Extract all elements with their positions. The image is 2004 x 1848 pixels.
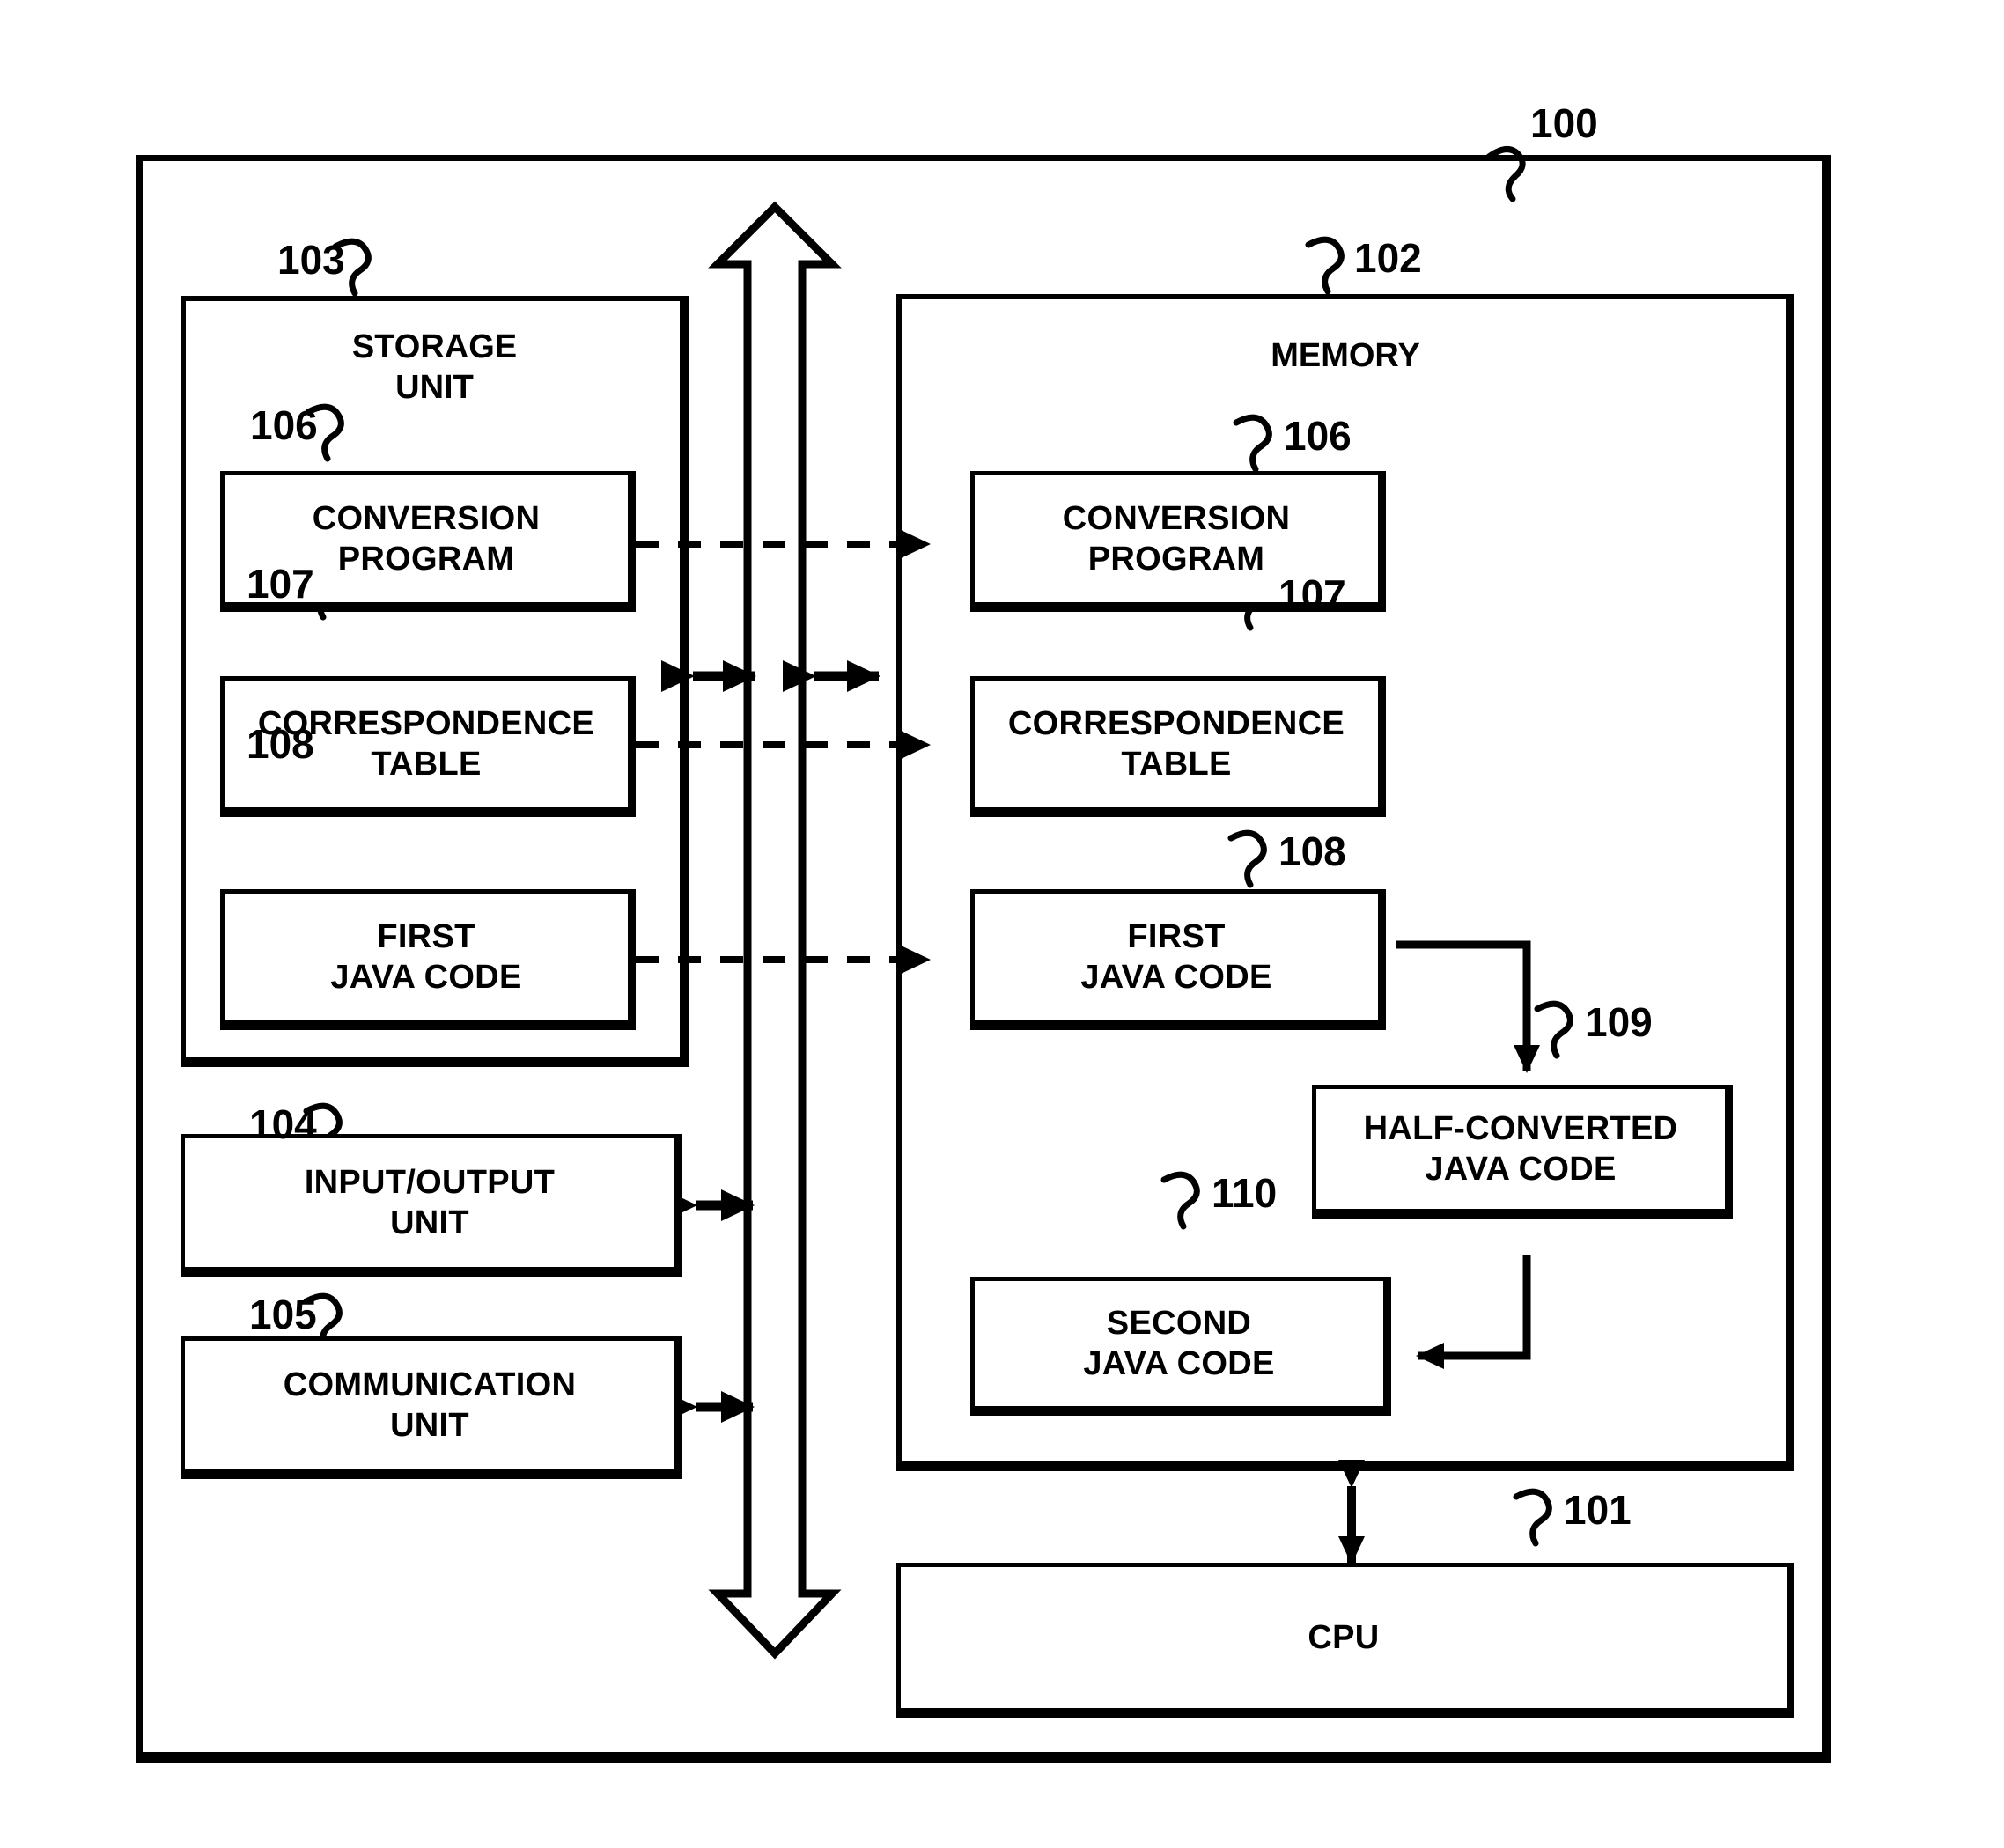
ref-104: 104 [249, 1101, 317, 1147]
memory-title: MEMORY [1271, 337, 1420, 374]
ref-110: 110 [1212, 1170, 1278, 1216]
input-output-unit-label: INPUT/OUTPUT UNIT [304, 1163, 556, 1241]
patent-figure: 100 STORAGE UNIT 103 CONVERSION PROGRAM … [0, 0, 2004, 1848]
memory-correspondence-table-label: CORRESPONDENCE TABLE [1007, 704, 1345, 783]
memory-half-converted-java-code-box: HALF-CONVERTED JAVA CODE [1312, 1085, 1733, 1219]
communication-unit-label: COMMUNICATION UNIT [283, 1366, 577, 1444]
storage-first-java-code-box: FIRST JAVA CODE [220, 889, 636, 1030]
ref-100: 100 [1530, 100, 1598, 146]
memory-first-java-code-label: FIRST JAVA CODE [1080, 917, 1272, 996]
memory-second-java-code-box: SECOND JAVA CODE [970, 1277, 1391, 1416]
memory-second-java-code-label: SECOND JAVA CODE [1083, 1304, 1275, 1382]
ref-106-memory: 106 [1284, 413, 1352, 459]
ref-107-storage: 107 [247, 561, 314, 607]
storage-first-java-code-label: FIRST JAVA CODE [330, 917, 522, 996]
ref-108-memory: 108 [1278, 828, 1346, 874]
storage-conversion-program-label: CONVERSION PROGRAM [312, 499, 541, 578]
cpu-label: CPU [1308, 1618, 1380, 1656]
ref-105: 105 [249, 1292, 317, 1337]
communication-unit-box: COMMUNICATION UNIT [181, 1336, 682, 1479]
ref-109: 109 [1585, 999, 1653, 1045]
memory-correspondence-table-box: CORRESPONDENCE TABLE [970, 676, 1386, 817]
ref-108-storage: 108 [247, 721, 314, 767]
ref-106-storage: 106 [250, 402, 318, 448]
ref-101: 101 [1564, 1487, 1632, 1533]
ref-107-memory: 107 [1278, 571, 1346, 617]
ref-103: 103 [277, 237, 345, 283]
cpu-box: CPU [896, 1563, 1794, 1718]
memory-conversion-program-label: CONVERSION PROGRAM [1062, 499, 1291, 578]
ref-102: 102 [1354, 235, 1422, 281]
memory-half-converted-java-code-label: HALF-CONVERTED JAVA CODE [1363, 1109, 1678, 1188]
storage-unit-title: STORAGE UNIT [351, 328, 518, 406]
memory-first-java-code-box: FIRST JAVA CODE [970, 889, 1386, 1030]
input-output-unit-box: INPUT/OUTPUT UNIT [181, 1134, 682, 1277]
